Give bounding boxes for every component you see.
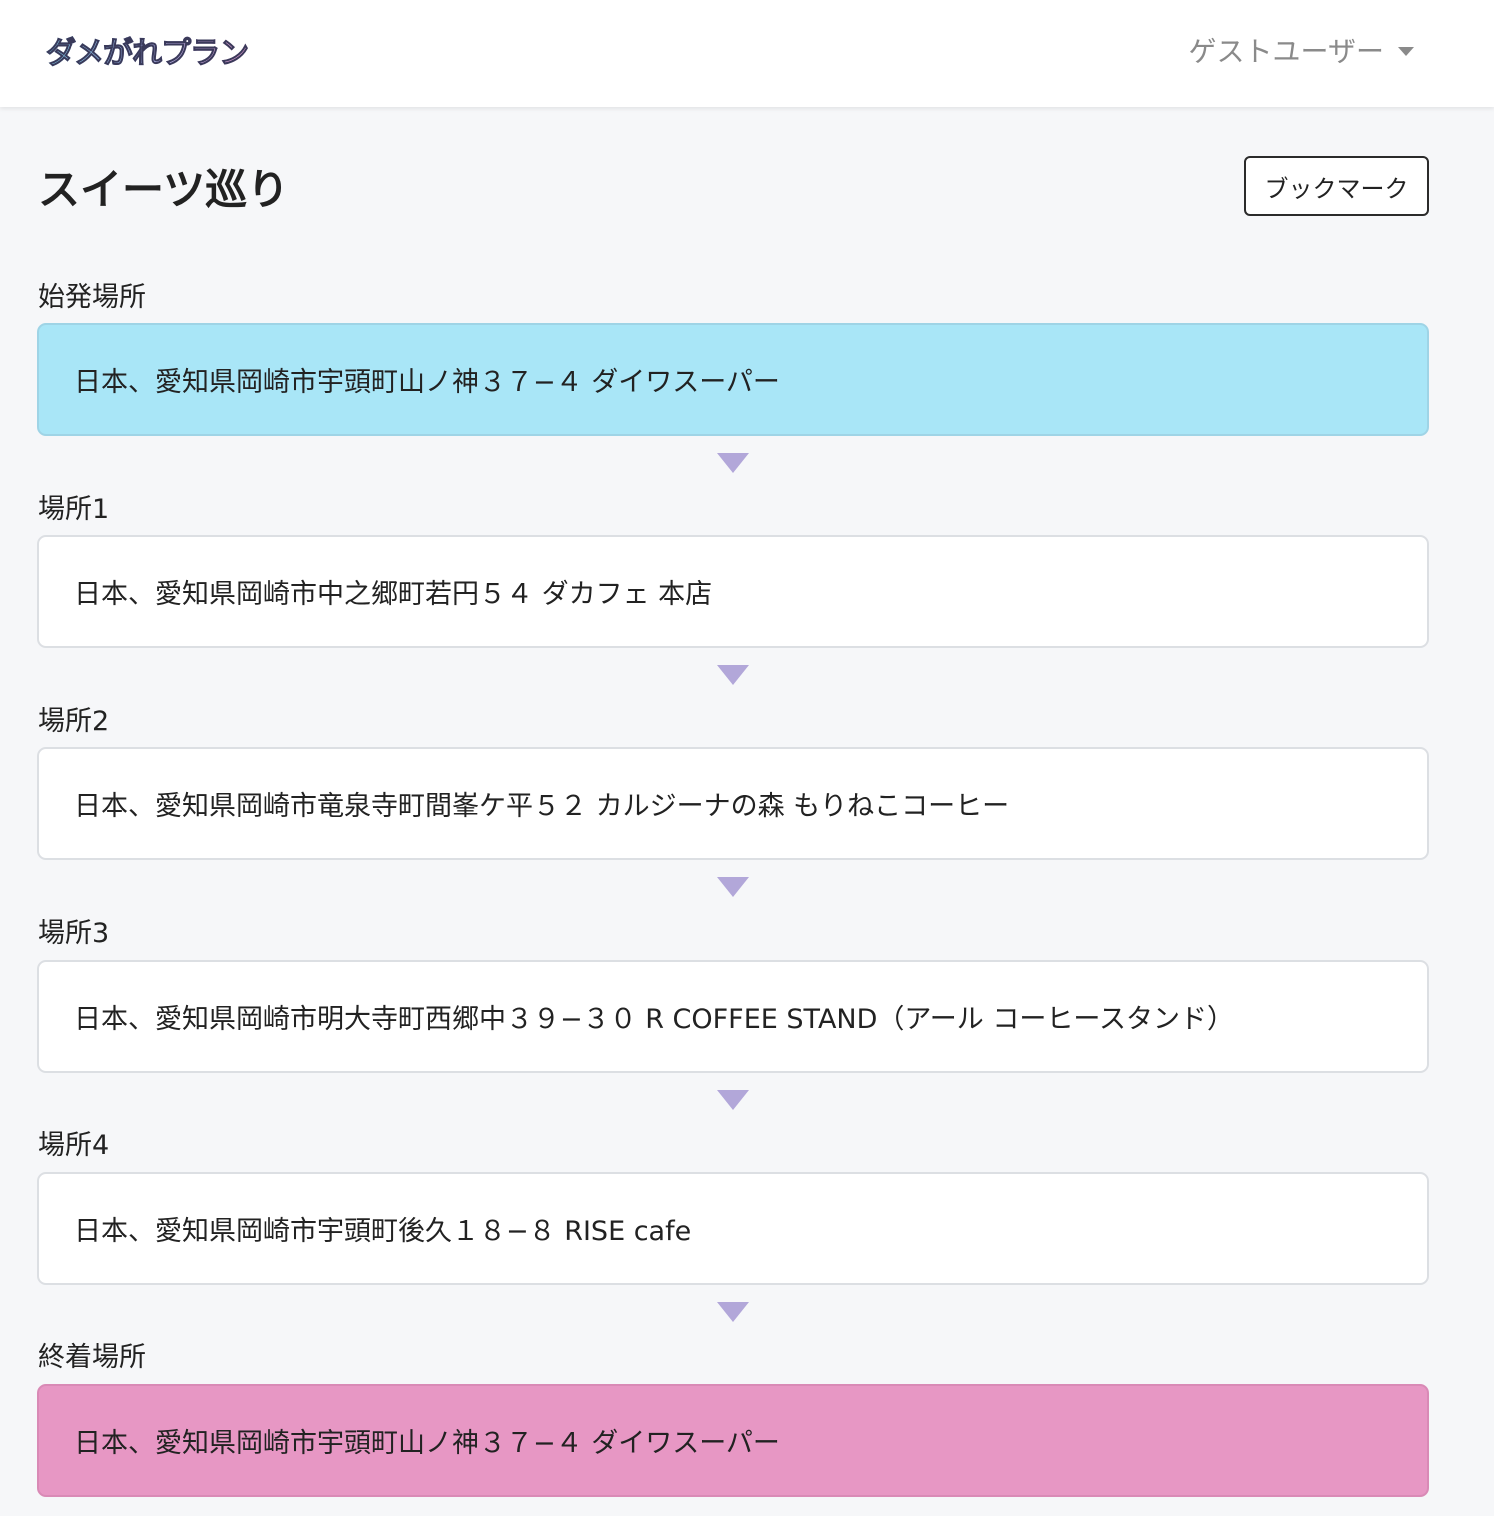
start-location-label: 始発場所	[38, 282, 146, 313]
arrow-down-icon	[717, 1090, 749, 1110]
location-3-label: 場所3	[38, 918, 110, 949]
location-1-box: 日本、愛知県岡崎市中之郷町若円５４ ダカフェ 本店	[37, 535, 1429, 648]
end-location-box: 日本、愛知県岡崎市宇頭町山ノ神３７−４ ダイワスーパー	[37, 1384, 1429, 1497]
logo[interactable]: ダメがれプラン	[45, 28, 249, 72]
arrow-down-icon	[717, 1302, 749, 1322]
bookmark-button[interactable]: ブックマーク	[1244, 156, 1429, 216]
location-3-box: 日本、愛知県岡崎市明大寺町西郷中３９−３０ R COFFEE STAND（アール…	[37, 960, 1429, 1073]
chevron-down-icon	[1398, 47, 1414, 56]
location-4-label: 場所4	[38, 1130, 110, 1161]
start-location-address: 日本、愛知県岡崎市宇頭町山ノ神３７−４ ダイワスーパー	[74, 367, 780, 398]
page-title: スイーツ巡り	[38, 165, 290, 214]
location-2-box: 日本、愛知県岡崎市竜泉寺町間峯ケ平５２ カルジーナの森 もりねこコーヒー	[37, 747, 1429, 860]
end-location-label: 終着場所	[38, 1342, 146, 1373]
location-1-address: 日本、愛知県岡崎市中之郷町若円５４ ダカフェ 本店	[74, 579, 713, 610]
location-4-box: 日本、愛知県岡崎市宇頭町後久１８−８ RISE cafe	[37, 1172, 1429, 1285]
user-menu-dropdown[interactable]: ゲストユーザー	[1189, 30, 1414, 70]
end-location-address: 日本、愛知県岡崎市宇頭町山ノ神３７−４ ダイワスーパー	[74, 1428, 780, 1459]
arrow-down-icon	[717, 665, 749, 685]
navbar: ダメがれプラン ゲストユーザー	[0, 0, 1494, 107]
start-location-box: 日本、愛知県岡崎市宇頭町山ノ神３７−４ ダイワスーパー	[37, 323, 1429, 436]
location-3-address: 日本、愛知県岡崎市明大寺町西郷中３９−３０ R COFFEE STAND（アール…	[74, 1004, 1235, 1035]
location-2-address: 日本、愛知県岡崎市竜泉寺町間峯ケ平５２ カルジーナの森 もりねこコーヒー	[74, 791, 1010, 822]
arrow-down-icon	[717, 877, 749, 897]
logo-text: ダメがれプラン	[45, 28, 249, 72]
location-1-label: 場所1	[38, 494, 110, 525]
location-2-label: 場所2	[38, 706, 110, 737]
arrow-down-icon	[717, 453, 749, 473]
location-4-address: 日本、愛知県岡崎市宇頭町後久１８−８ RISE cafe	[74, 1216, 692, 1247]
user-name-label: ゲストユーザー	[1188, 35, 1384, 68]
